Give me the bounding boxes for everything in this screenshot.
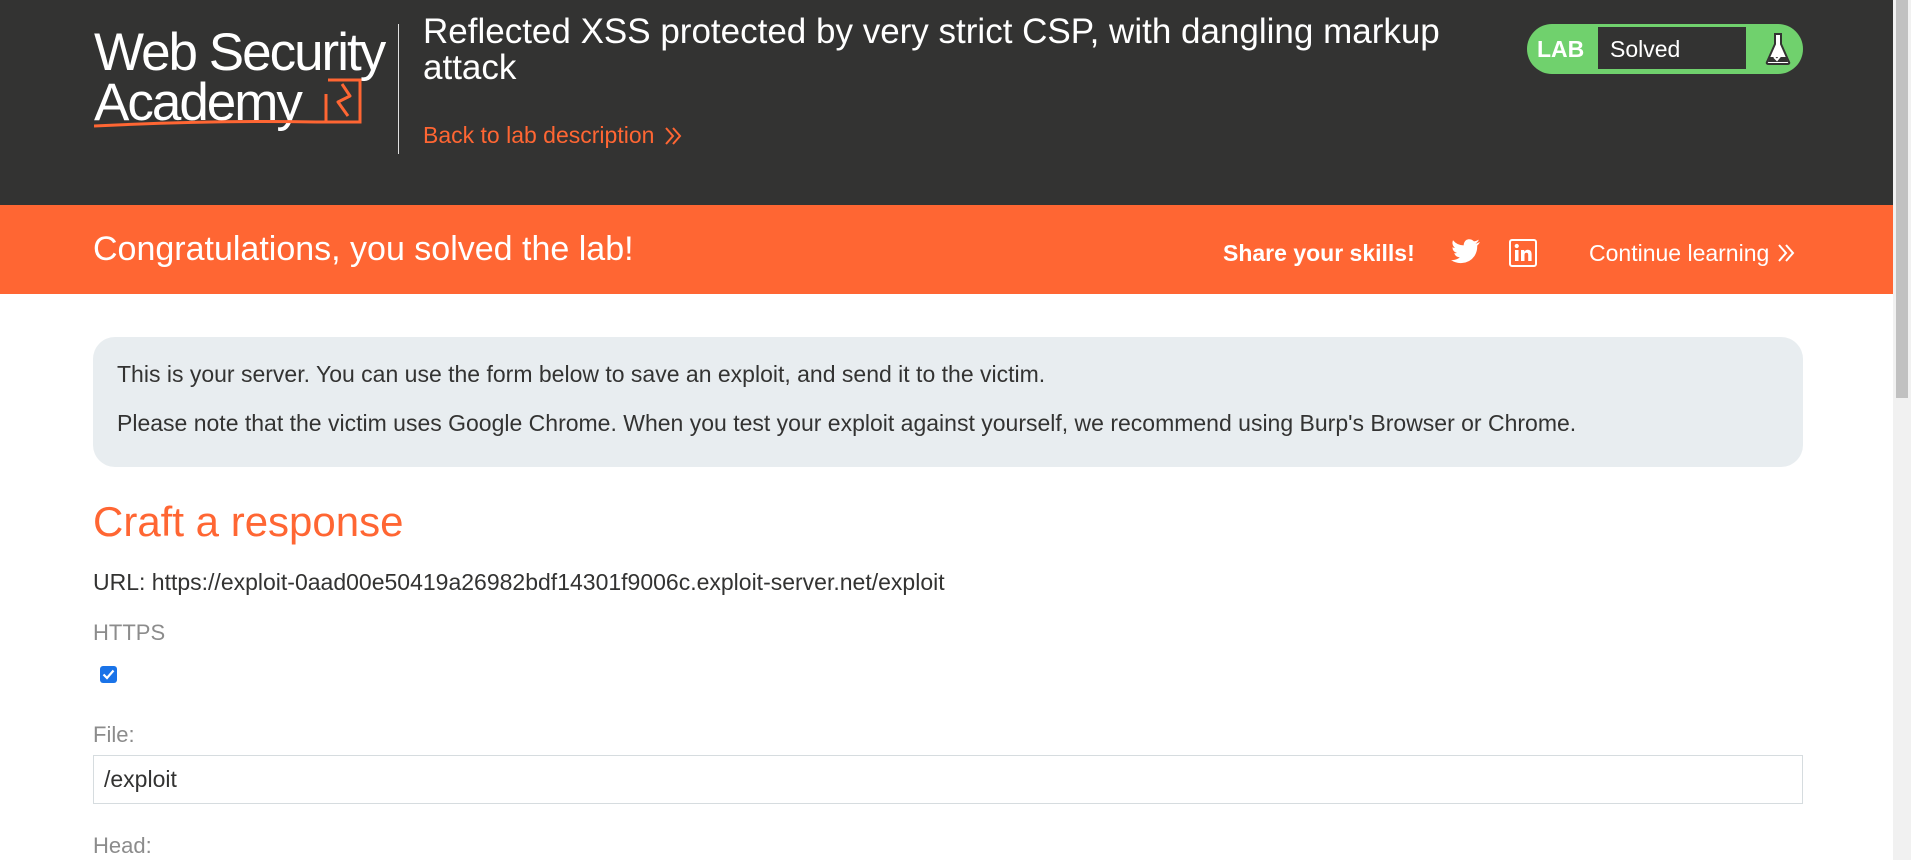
craft-response-heading: Craft a response	[93, 498, 404, 545]
scrollbar-thumb[interactable]	[1896, 0, 1908, 398]
linkedin-icon[interactable]	[1509, 239, 1537, 267]
congratulations-message: Congratulations, you solved the lab!	[93, 230, 634, 268]
lab-title: Reflected XSS protected by very strict C…	[423, 12, 1440, 87]
logo-bolt-icon	[94, 78, 362, 128]
solved-banner: Congratulations, you solved the lab! Sha…	[0, 205, 1893, 294]
file-input[interactable]: /exploit	[93, 755, 1803, 804]
continue-learning-label: Continue learning	[1589, 240, 1770, 266]
lab-status-widget: LAB Solved	[1527, 24, 1803, 74]
back-to-lab-description-link[interactable]: Back to lab description	[423, 122, 682, 149]
lab-status-text: Solved	[1597, 26, 1747, 70]
info-line-2: Please note that the victim uses Google …	[117, 410, 1577, 436]
twitter-icon[interactable]	[1451, 239, 1481, 265]
https-checkbox[interactable]	[100, 666, 117, 683]
header: Web Security Academy Reflected XSS prote…	[0, 0, 1893, 205]
back-link-label: Back to lab description	[423, 122, 655, 148]
page-viewport: Web Security Academy Reflected XSS prote…	[0, 0, 1893, 860]
info-line-1: This is your server. You can use the for…	[117, 361, 1046, 387]
head-label: Head:	[93, 833, 152, 858]
file-label: File:	[93, 722, 135, 747]
double-chevron-right-icon	[665, 126, 682, 145]
continue-learning-link[interactable]: Continue learning	[1589, 233, 1795, 273]
header-divider	[398, 24, 399, 154]
lab-tag: LAB	[1537, 36, 1585, 62]
https-label: HTTPS	[93, 620, 166, 645]
flask-icon	[1765, 33, 1791, 65]
web-security-academy-logo[interactable]: Web Security Academy	[94, 22, 394, 134]
double-chevron-right-icon	[1778, 244, 1795, 262]
checkmark-icon	[102, 669, 115, 680]
vertical-scrollbar[interactable]	[1893, 0, 1911, 860]
exploit-url: URL: https://exploit-0aad00e50419a26982b…	[93, 569, 945, 595]
share-skills-label: Share your skills!	[1223, 240, 1415, 266]
server-info-box: This is your server. You can use the for…	[93, 337, 1803, 467]
